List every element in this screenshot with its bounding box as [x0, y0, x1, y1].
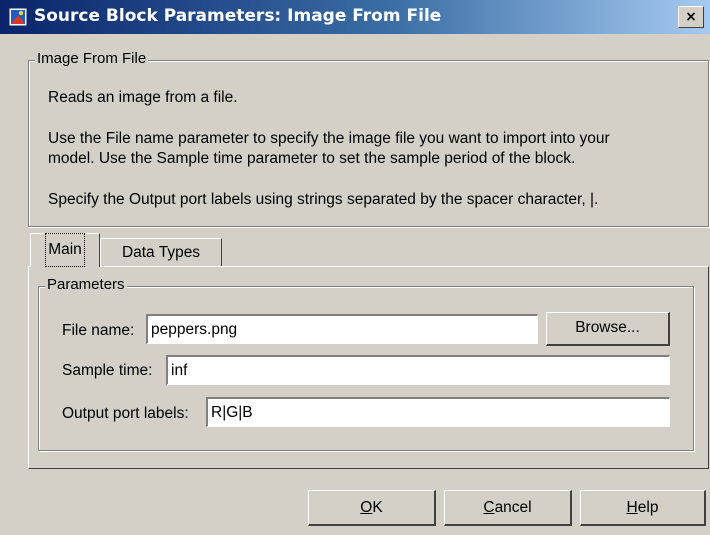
output-port-labels-field[interactable]	[206, 397, 670, 427]
tab-main-label: Main	[45, 233, 85, 267]
title-bar[interactable]: Source Block Parameters: Image From File…	[0, 0, 710, 34]
ok-button[interactable]: OK	[308, 490, 436, 526]
output-port-labels-label: Output port labels:	[62, 405, 189, 422]
cancel-mnemonic: C	[483, 499, 495, 516]
browse-button[interactable]: Browse...	[546, 312, 670, 346]
description-group-label: Image From File	[35, 50, 149, 67]
window-title: Source Block Parameters: Image From File	[34, 6, 442, 26]
close-icon: ×	[685, 9, 697, 25]
tab-data-types-label: Data Types	[121, 244, 201, 261]
description-line-2a: Use the File name parameter to specify t…	[48, 130, 610, 147]
ok-label-rest: K	[372, 499, 383, 516]
tab-data-types[interactable]: Data Types	[100, 238, 222, 266]
cancel-label-rest: ancel	[494, 499, 532, 516]
description-line-2b: model. Use the Sample time parameter to …	[48, 150, 576, 167]
sample-time-label: Sample time:	[62, 362, 153, 379]
help-label-rest: elp	[637, 499, 659, 516]
description-line-1: Reads an image from a file.	[48, 89, 238, 106]
close-button[interactable]: ×	[678, 6, 704, 28]
file-name-field[interactable]	[146, 314, 538, 344]
help-button[interactable]: Help	[580, 490, 706, 526]
ok-mnemonic: O	[360, 499, 373, 516]
sample-time-field[interactable]	[166, 355, 670, 385]
help-mnemonic: H	[626, 499, 638, 516]
description-line-3: Specify the Output port labels using str…	[48, 191, 599, 208]
simulink-block-icon	[8, 7, 28, 27]
tab-main[interactable]: Main	[30, 233, 100, 267]
browse-button-label: Browse...	[575, 319, 640, 336]
cancel-button[interactable]: Cancel	[444, 490, 572, 526]
file-name-label: File name:	[62, 322, 135, 339]
parameters-group-label: Parameters	[45, 276, 127, 293]
